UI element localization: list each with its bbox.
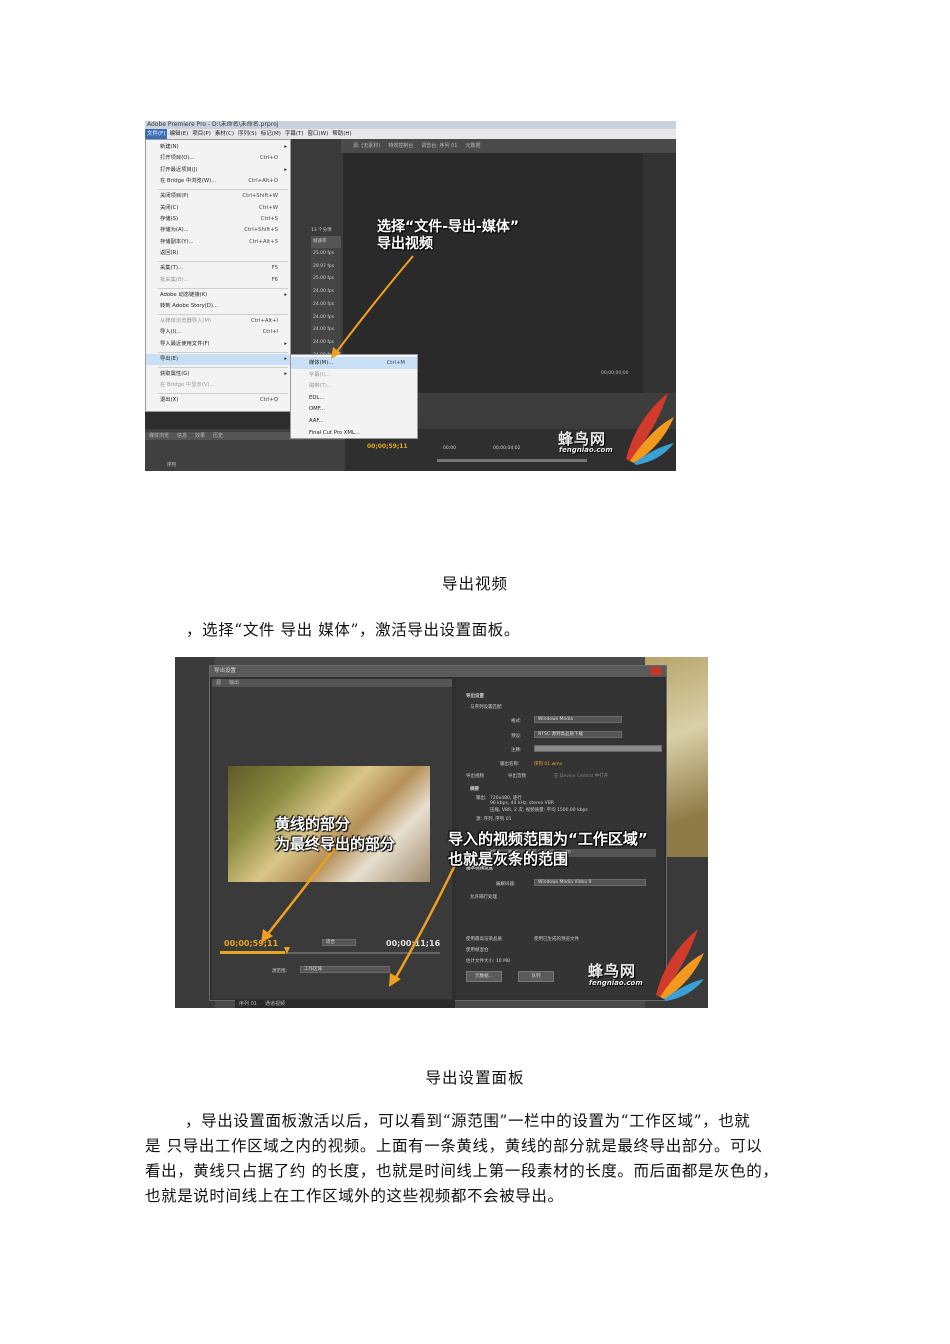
callout-line-2: 导出视频 [377, 236, 433, 252]
export-settings-screenshot: 导出设置 源输出 00;00;59;11 00;00;11;16 适合 源范围:… [175, 657, 708, 1008]
paragraph-2-line-2: 是 只导出工作区域之内的视频。上面有一条黄线，黄线的部分就是最终导出部分。可以 [145, 1137, 763, 1155]
callout-text: 选择“文件-导出-媒体” 导出视频 [377, 219, 519, 253]
paragraph-2-line-3: 看出，黄线只占据了约 的长度，也就是时间线上第一段素材的长度。而后面都是灰色的， [145, 1162, 779, 1180]
paragraph-2-line-4: 也就是说时间线上在工作区域外的这些视频都不会被导出。 [145, 1187, 564, 1205]
callout-right-line-1: 导入的视频范围为“工作区域” [448, 830, 648, 848]
callout-right-line-2: 也就是灰条的范围 [448, 850, 569, 868]
paragraph-2: ，导出设置面板激活以后，可以看到“源范围”一栏中的设置为“工作区域”，也就 是 … [145, 1109, 815, 1209]
callout-left-line-1: 黄线的部分 [275, 815, 351, 833]
logo-url-2: fengniao.com [589, 979, 643, 987]
callout-left: 黄线的部分 为最终导出的部分 [275, 814, 395, 854]
callout-arrow [331, 255, 414, 359]
logo-url: fengniao.com [559, 446, 613, 454]
callout-left-line-2: 为最终导出的部分 [275, 835, 396, 853]
paragraph-1: ，选择“文件 导出 媒体”，激活导出设置面板。 [186, 621, 521, 639]
logo-text-2: 蜂鸟网 [588, 962, 637, 980]
paragraph-2-line-1: ，导出设置面板激活以后，可以看到“源范围”一栏中的设置为“工作区域”，也就 [185, 1112, 751, 1130]
fengniao-logo-icon [626, 393, 674, 465]
callout-right: 导入的视频范围为“工作区域” 也就是灰条的范围 [448, 829, 648, 869]
fengniao-logo-icon-2 [656, 929, 704, 1001]
callout-line-1: 选择“文件-导出-媒体” [377, 219, 520, 235]
premiere-file-menu-screenshot: Adobe Premiere Pro - D:\未命名\未命名.prproj 文… [145, 121, 676, 471]
caption-export-settings: 导出设置面板 [425, 1069, 525, 1087]
caption-export-video: 导出视频 [441, 575, 508, 593]
